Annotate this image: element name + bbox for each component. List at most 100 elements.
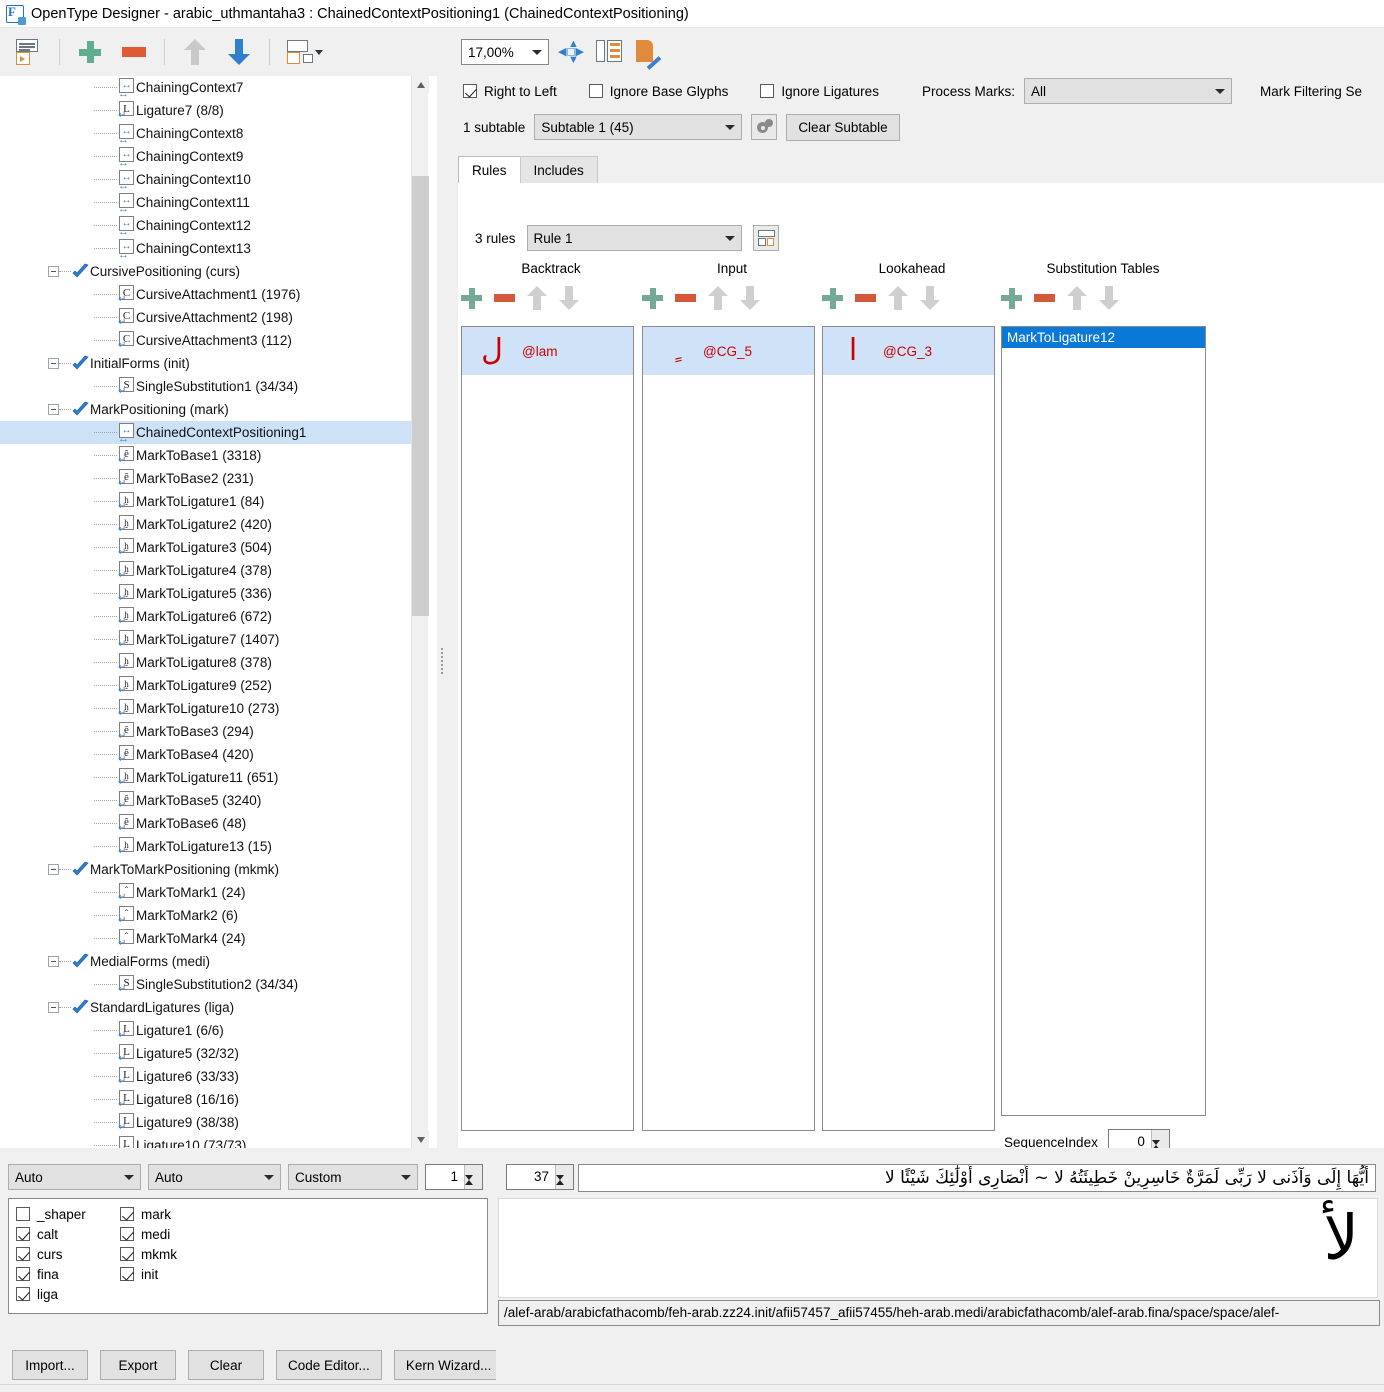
substitution-tables-list[interactable]: MarkToLigature12 bbox=[1001, 326, 1206, 1116]
glyph-preview-canvas[interactable]: لأ bbox=[498, 1198, 1378, 1298]
lookup-tree[interactable]: ↔ ↔ ChainingContext7 L ↵ Ligature7 (8/8) ↔ ↔ Cha… bbox=[0, 76, 420, 1148]
feature-checkbox[interactable] bbox=[16, 1267, 30, 1281]
tree-item[interactable]: ê ↵ MarkToBase6 (48) bbox=[0, 812, 420, 835]
tree-item[interactable]: C ↵ CursiveAttachment3 (112) bbox=[0, 329, 420, 352]
chevron-down-icon[interactable] bbox=[526, 49, 548, 55]
tree-item[interactable]: ḫ ↵ MarkToLigature4 (378) bbox=[0, 559, 420, 582]
fit-view-button[interactable]: ▲ ▼ ◀ ▶ bbox=[555, 32, 587, 72]
ignore-base-glyphs-checkbox[interactable] bbox=[588, 84, 603, 98]
tree-item[interactable]: L ↵ Ligature7 (8/8) bbox=[0, 99, 420, 122]
feature-checkbox[interactable] bbox=[16, 1247, 30, 1261]
scroll-down-button[interactable] bbox=[412, 1131, 429, 1148]
stepper-buttons[interactable] bbox=[464, 1165, 482, 1195]
new-lookup-button[interactable] bbox=[8, 32, 50, 72]
tree-twisty[interactable] bbox=[48, 864, 59, 875]
tree-item[interactable]: L ↵ Ligature9 (38/38) bbox=[0, 1111, 420, 1134]
chevron-down-icon[interactable] bbox=[1209, 88, 1231, 94]
tree-item[interactable]: CursivePositioning (curs) bbox=[0, 260, 420, 283]
lookahead-remove-icon[interactable] bbox=[855, 294, 876, 302]
input-entry[interactable]: ٍ @CG_5 bbox=[643, 327, 814, 375]
tree-item[interactable]: ḫ ↵ MarkToLigature1 (84) bbox=[0, 490, 420, 513]
clear-subtable-button[interactable]: Clear Subtable bbox=[786, 113, 900, 141]
ignore-ligatures-checkbox[interactable] bbox=[760, 84, 775, 98]
lookahead-list[interactable]: ا @CG_3 bbox=[822, 326, 995, 1131]
tree-item[interactable]: ↔ ↔ ChainingContext10 bbox=[0, 168, 420, 192]
script-select[interactable]: Auto bbox=[8, 1164, 141, 1190]
input-move-up-icon[interactable] bbox=[708, 286, 728, 310]
feature-checkbox[interactable] bbox=[16, 1227, 30, 1241]
stepper-down-icon[interactable] bbox=[556, 1175, 564, 1195]
subtable-select[interactable]: Subtable 1 (45) bbox=[534, 114, 743, 140]
backtrack-entry[interactable]: ل @lam bbox=[462, 327, 633, 375]
input-move-down-icon[interactable] bbox=[740, 286, 760, 310]
tree-item[interactable]: MarkToMarkPositioning (mkmk) bbox=[0, 858, 420, 881]
feature-checkbox-item[interactable]: liga bbox=[16, 1284, 120, 1304]
tree-item[interactable]: ˆ ↵ MarkToMark4 (24) bbox=[0, 927, 420, 950]
tree-item[interactable]: ↔ ↔ ChainingContext11 bbox=[0, 191, 420, 215]
tree-item[interactable]: S ↵ SingleSubstitution1 (34/34) bbox=[0, 375, 420, 398]
chevron-down-icon[interactable] bbox=[258, 1174, 280, 1180]
tree-twisty[interactable] bbox=[48, 1002, 59, 1013]
input-add-icon[interactable] bbox=[642, 287, 663, 309]
lookahead-add-icon[interactable] bbox=[822, 287, 843, 309]
tree-item[interactable]: ḫ ↵ MarkToLigature9 (252) bbox=[0, 674, 420, 697]
edit-glyph-button[interactable] bbox=[631, 32, 665, 72]
tree-item[interactable]: ḫ ↵ MarkToLigature13 (15) bbox=[0, 835, 420, 858]
feature-checkbox[interactable] bbox=[120, 1207, 134, 1221]
tree-item[interactable]: L ↵ Ligature6 (33/33) bbox=[0, 1065, 420, 1088]
tree-item[interactable]: MedialForms (medi) bbox=[0, 950, 420, 973]
zoom-combo[interactable]: 17,00% bbox=[461, 39, 549, 65]
tree-item[interactable]: ḫ ↵ MarkToLigature10 (273) bbox=[0, 697, 420, 720]
feature-checkbox[interactable] bbox=[120, 1247, 134, 1261]
scrollbar-thumb[interactable] bbox=[412, 176, 429, 616]
repeat-stepper[interactable]: 1 bbox=[425, 1164, 483, 1195]
chevron-down-icon[interactable] bbox=[719, 124, 741, 130]
clear-button[interactable]: Clear bbox=[188, 1350, 264, 1380]
tree-item[interactable]: ḫ ↵ MarkToLigature2 (420) bbox=[0, 513, 420, 536]
tree-item[interactable]: ↔ ↔ ChainingContext12 bbox=[0, 214, 420, 238]
tree-item[interactable]: ê ↵ MarkToBase3 (294) bbox=[0, 720, 420, 743]
substitution-table-item[interactable]: MarkToLigature12 bbox=[1002, 327, 1205, 348]
feature-checkbox-item[interactable]: calt bbox=[16, 1224, 120, 1244]
tab-rules[interactable]: Rules bbox=[458, 156, 521, 183]
scroll-up-button[interactable] bbox=[412, 76, 429, 93]
feature-checkbox[interactable] bbox=[16, 1287, 30, 1301]
tree-item[interactable]: ḫ ↵ MarkToLigature8 (378) bbox=[0, 651, 420, 674]
tree-item[interactable]: ê ↵ MarkToBase5 (3240) bbox=[0, 789, 420, 812]
chevron-down-icon[interactable] bbox=[395, 1174, 417, 1180]
rule-table-button[interactable] bbox=[752, 225, 779, 251]
tree-item[interactable]: ˆ ↵ MarkToMark2 (6) bbox=[0, 904, 420, 927]
tree-item[interactable]: C ↵ CursiveAttachment1 (1976) bbox=[0, 283, 420, 306]
tree-item[interactable]: InitialForms (init) bbox=[0, 352, 420, 375]
process-marks-select[interactable]: All bbox=[1023, 78, 1232, 104]
tree-item[interactable]: ê ↵ MarkToBase2 (231) bbox=[0, 467, 420, 490]
tree-item[interactable]: L ↵ Ligature5 (32/32) bbox=[0, 1042, 420, 1065]
table-view-button[interactable] bbox=[593, 32, 625, 72]
tree-item[interactable]: C ↵ CursiveAttachment2 (198) bbox=[0, 306, 420, 329]
tree-item[interactable]: ↔ ↔ ChainingContext9 bbox=[0, 145, 420, 169]
code-editor-button[interactable]: Code Editor... bbox=[276, 1350, 382, 1380]
tree-twisty[interactable] bbox=[48, 358, 59, 369]
font-size-stepper[interactable]: 37 bbox=[506, 1164, 574, 1195]
feature-checkbox-list[interactable]: _shaper mark calt medi curs mkmk fina init liga bbox=[8, 1198, 488, 1314]
tree-item[interactable]: MarkPositioning (mark) bbox=[0, 398, 420, 421]
tree-item[interactable]: L↵Ligature10 (73/73) bbox=[0, 1134, 420, 1148]
chevron-down-icon[interactable] bbox=[719, 235, 741, 241]
tree-item[interactable]: ḫ ↵ MarkToLigature3 (504) bbox=[0, 536, 420, 559]
vertical-splitter[interactable] bbox=[437, 76, 449, 1148]
backtrack-move-down-icon[interactable] bbox=[559, 286, 579, 310]
kern-wizard-button[interactable]: Kern Wizard... bbox=[393, 1350, 504, 1380]
input-list[interactable]: ٍ @CG_5 bbox=[642, 326, 815, 1131]
lookahead-move-up-icon[interactable] bbox=[888, 286, 908, 310]
remove-button[interactable] bbox=[113, 32, 155, 72]
lookahead-entry[interactable]: ا @CG_3 bbox=[823, 327, 994, 375]
feature-checkbox-item[interactable]: fina bbox=[16, 1264, 120, 1284]
feature-checkbox[interactable] bbox=[120, 1267, 134, 1281]
tree-item[interactable]: ḫ ↵ MarkToLigature11 (651) bbox=[0, 766, 420, 789]
rule-select[interactable]: Rule 1 bbox=[526, 225, 742, 251]
tree-item[interactable]: StandardLigatures (liga) bbox=[0, 996, 420, 1019]
tree-item[interactable]: L ↵ Ligature1 (6/6) bbox=[0, 1019, 420, 1042]
feature-checkbox-item[interactable]: _shaper bbox=[16, 1204, 120, 1224]
feature-checkbox[interactable] bbox=[120, 1227, 134, 1241]
move-up-button[interactable] bbox=[174, 32, 216, 72]
